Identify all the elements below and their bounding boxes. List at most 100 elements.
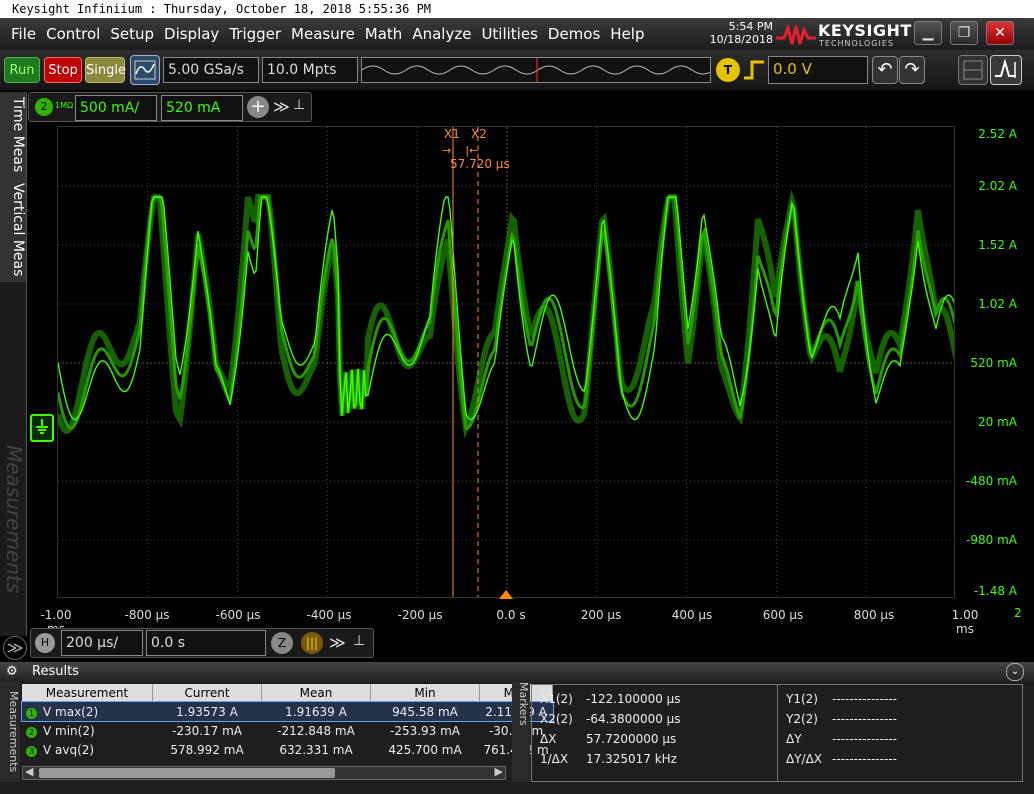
menu-analyze[interactable]: Analyze [407,23,476,45]
tab-markers[interactable]: Markers [512,682,530,782]
waveform-overview[interactable] [361,57,715,83]
y-axis-label: -980 mA [966,533,1017,547]
zoom-button[interactable]: Z [271,632,293,654]
maximize-button[interactable]: ❐ [950,21,978,45]
menu-trigger[interactable]: Trigger [224,23,286,45]
menu-measure[interactable]: Measure [286,23,360,45]
redo-icon: ↷ [904,59,920,80]
marker-value: -64.3800000 μs [586,712,681,726]
delay-icon: ||| [305,636,319,650]
measurement-current: -230.17 mA [171,723,243,738]
time-scale-field[interactable]: 200 μs/ [61,630,143,656]
marker-row: X2(2) -64.3800000 μs [540,709,681,729]
autoscale-button[interactable] [130,55,160,85]
channel-offset-field[interactable]: 520 mA [161,95,243,121]
sample-rate-field[interactable]: 5.00 GSa/s [163,57,259,83]
memory-depth-field[interactable]: 10.0 Mpts [262,57,358,83]
measurement-current: 578.992 mA [170,742,244,757]
overview-wave-icon [361,58,715,82]
y-axis-label: 2.02 A [978,179,1017,193]
tab-time-meas[interactable]: Time Meas [0,92,27,178]
measurement-min: 945.58 mA [392,704,458,719]
cursor-x1-label[interactable]: X1 [444,127,460,141]
results-collapse-icon[interactable]: ⌄ [1006,663,1024,681]
results-header: ⚙ Results ⌄ [0,662,1034,682]
menu-math[interactable]: Math [360,23,408,45]
horizontal-badge[interactable]: H [35,633,55,653]
trigger-position-icon[interactable] [499,590,513,599]
tab-measurements[interactable]: Measurements [0,682,20,782]
ground-marker[interactable] [30,414,54,442]
column-header[interactable]: Current [152,684,262,702]
row-number-badge: 1 [26,707,37,719]
waveform-display[interactable] [57,126,955,598]
time-position-field[interactable]: 0.0 s [146,630,266,656]
table-row[interactable]: 3V avq(2) 578.992 mA 632.331 mA 425.700 mA 7… [22,740,553,759]
menu-control[interactable]: Control [41,23,105,45]
menu-demos[interactable]: Demos [543,23,605,45]
cursor-delta: 57.720 μs [450,157,510,171]
y-axis-label: 520 mA [970,356,1017,370]
column-header[interactable]: Measurement [22,684,153,702]
menu-display[interactable]: Display [159,23,224,45]
menu-setup[interactable]: Setup [105,23,159,45]
channel-scale-field[interactable]: 500 mA/ [75,95,157,121]
x-axis-label: 600 μs [762,608,804,622]
grid-tool-icon [963,60,983,80]
scroll-thumb[interactable] [39,768,335,778]
marker-label: Y1(2) [786,692,818,706]
trigger-level-field[interactable]: 0.0 V [768,56,868,84]
pin-horizontal-icon[interactable]: ⊥ [353,633,365,649]
scroll-right-icon[interactable]: ▶ [495,765,503,778]
y-axis-label: 2.52 A [978,127,1017,141]
cursor-x2-label[interactable]: X2 [471,127,487,141]
add-channel-button[interactable]: + [247,96,269,118]
touch-mode-button[interactable] [990,55,1022,85]
pin-icon[interactable]: ⊥ [293,97,305,113]
channel-badge[interactable]: 2 [35,98,53,116]
menu-file[interactable]: File [6,23,41,45]
measurements-panel-tab[interactable]: Measurements [0,282,27,636]
undo-icon: ↶ [877,59,893,80]
autoscale-icon [134,60,156,80]
menu-help[interactable]: Help [605,23,649,45]
marker-row: ΔX 57.7200000 μs [540,729,681,749]
x-axis-label: 400 μs [671,608,713,622]
marker-label: X2(2) [540,712,573,726]
column-header[interactable]: Mean [261,684,371,702]
results-scrollbar[interactable]: ◀ ▶ [22,765,506,780]
marker-label: ΔX [540,732,557,746]
undo-button[interactable]: ↶ [872,56,898,84]
marker-label: ΔY [786,732,802,746]
menu-utilities[interactable]: Utilities [476,23,542,45]
horizontal-bar: H 200 μs/ 0.0 s Z ||| ≫ ⊥ [30,628,374,658]
minimize-button[interactable]: ▁ [914,21,942,45]
measurement-mean: -212.848 mA [277,723,355,738]
column-header[interactable]: Min [370,684,480,702]
clock-date: 10/18/2018 [709,33,773,46]
trigger-badge[interactable]: T [716,58,740,82]
expand-horizontal-icon[interactable]: ≫ [329,633,346,652]
toolbar-icon-button[interactable] [958,55,988,85]
run-button[interactable]: Run [4,57,40,83]
table-row[interactable]: 1V max(2) 1.93573 A 1.91639 A 945.58 mA 2.11… [21,701,554,722]
ground-icon [36,419,48,434]
waveform-svg [58,127,954,597]
table-row[interactable]: 2 V min(2) -230.17 mA -212.848 mA -253.93 mA… [22,721,553,740]
single-button[interactable]: Single [85,57,126,83]
redo-button[interactable]: ↷ [899,56,925,84]
rising-edge-icon[interactable] [742,59,766,81]
marker-row: ΔY/ΔX --------------- [786,749,897,769]
delay-button[interactable]: ||| [301,632,323,654]
collapse-sidebar-button[interactable]: ≫ [3,636,27,660]
x-axis-label: 0.0 s [496,608,526,622]
x-axis-label: 1.00 ms [951,608,979,636]
measurement-min: -253.93 mA [389,723,461,738]
scroll-left-icon[interactable]: ◀ [25,765,33,778]
y-axis-label: -480 mA [966,474,1017,488]
results-gear-icon[interactable]: ⚙ [6,662,18,682]
expand-icon[interactable]: ≫ [273,97,290,116]
stop-button[interactable]: Stop [44,57,82,83]
close-button[interactable]: ✕ [986,21,1014,45]
tab-vertical-meas[interactable]: Vertical Meas [0,178,27,282]
